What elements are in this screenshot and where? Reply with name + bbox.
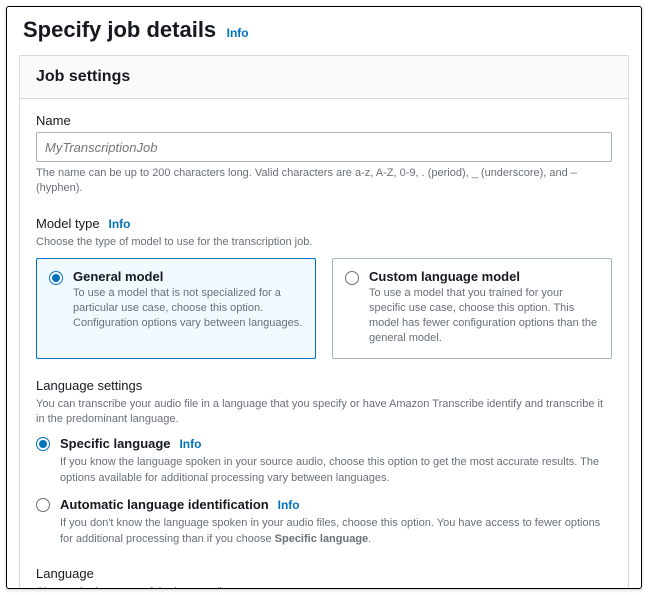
model-type-tile-custom[interactable]: Custom language model To use a model tha… <box>332 258 612 358</box>
name-input[interactable] <box>36 132 612 162</box>
radio-desc: If you don't know the language spoken in… <box>60 516 612 547</box>
radio-title: Automatic language identification <box>60 497 269 512</box>
radio-icon <box>49 271 63 285</box>
radio-icon <box>36 437 50 451</box>
info-link-model-type[interactable]: Info <box>108 217 130 231</box>
info-link-auto-language[interactable]: Info <box>278 498 300 512</box>
language-settings-hint: You can transcribe your audio file in a … <box>36 397 612 428</box>
page-title: Specify job details <box>23 17 216 43</box>
model-type-hint: Choose the type of model to use for the … <box>36 235 612 250</box>
tile-desc: To use a model that you trained for your… <box>369 286 599 345</box>
job-settings-panel: Job settings Name The name can be up to … <box>19 55 629 589</box>
radio-icon <box>345 271 359 285</box>
radio-desc: If you know the language spoken in your … <box>60 455 612 486</box>
name-hint: The name can be up to 200 characters lon… <box>36 166 612 197</box>
panel-title: Job settings <box>36 68 612 86</box>
tile-desc: To use a model that is not specialized f… <box>73 286 303 331</box>
lang-setting-auto[interactable]: Automatic language identification Info I… <box>36 496 612 547</box>
name-label: Name <box>36 113 612 128</box>
tile-title: General model <box>73 269 303 284</box>
info-link-specific-language[interactable]: Info <box>179 437 201 451</box>
info-link-header[interactable]: Info <box>227 26 249 40</box>
model-type-tile-general[interactable]: General model To use a model that is not… <box>36 258 316 358</box>
lang-setting-specific[interactable]: Specific language Info If you know the l… <box>36 435 612 486</box>
tile-title: Custom language model <box>369 269 599 284</box>
radio-icon <box>36 498 50 512</box>
language-hint: Choose the language of the input audio. <box>36 585 612 589</box>
model-type-label: Model type <box>36 216 100 231</box>
language-label: Language <box>36 566 94 581</box>
radio-title: Specific language <box>60 436 171 451</box>
language-settings-label: Language settings <box>36 378 142 393</box>
